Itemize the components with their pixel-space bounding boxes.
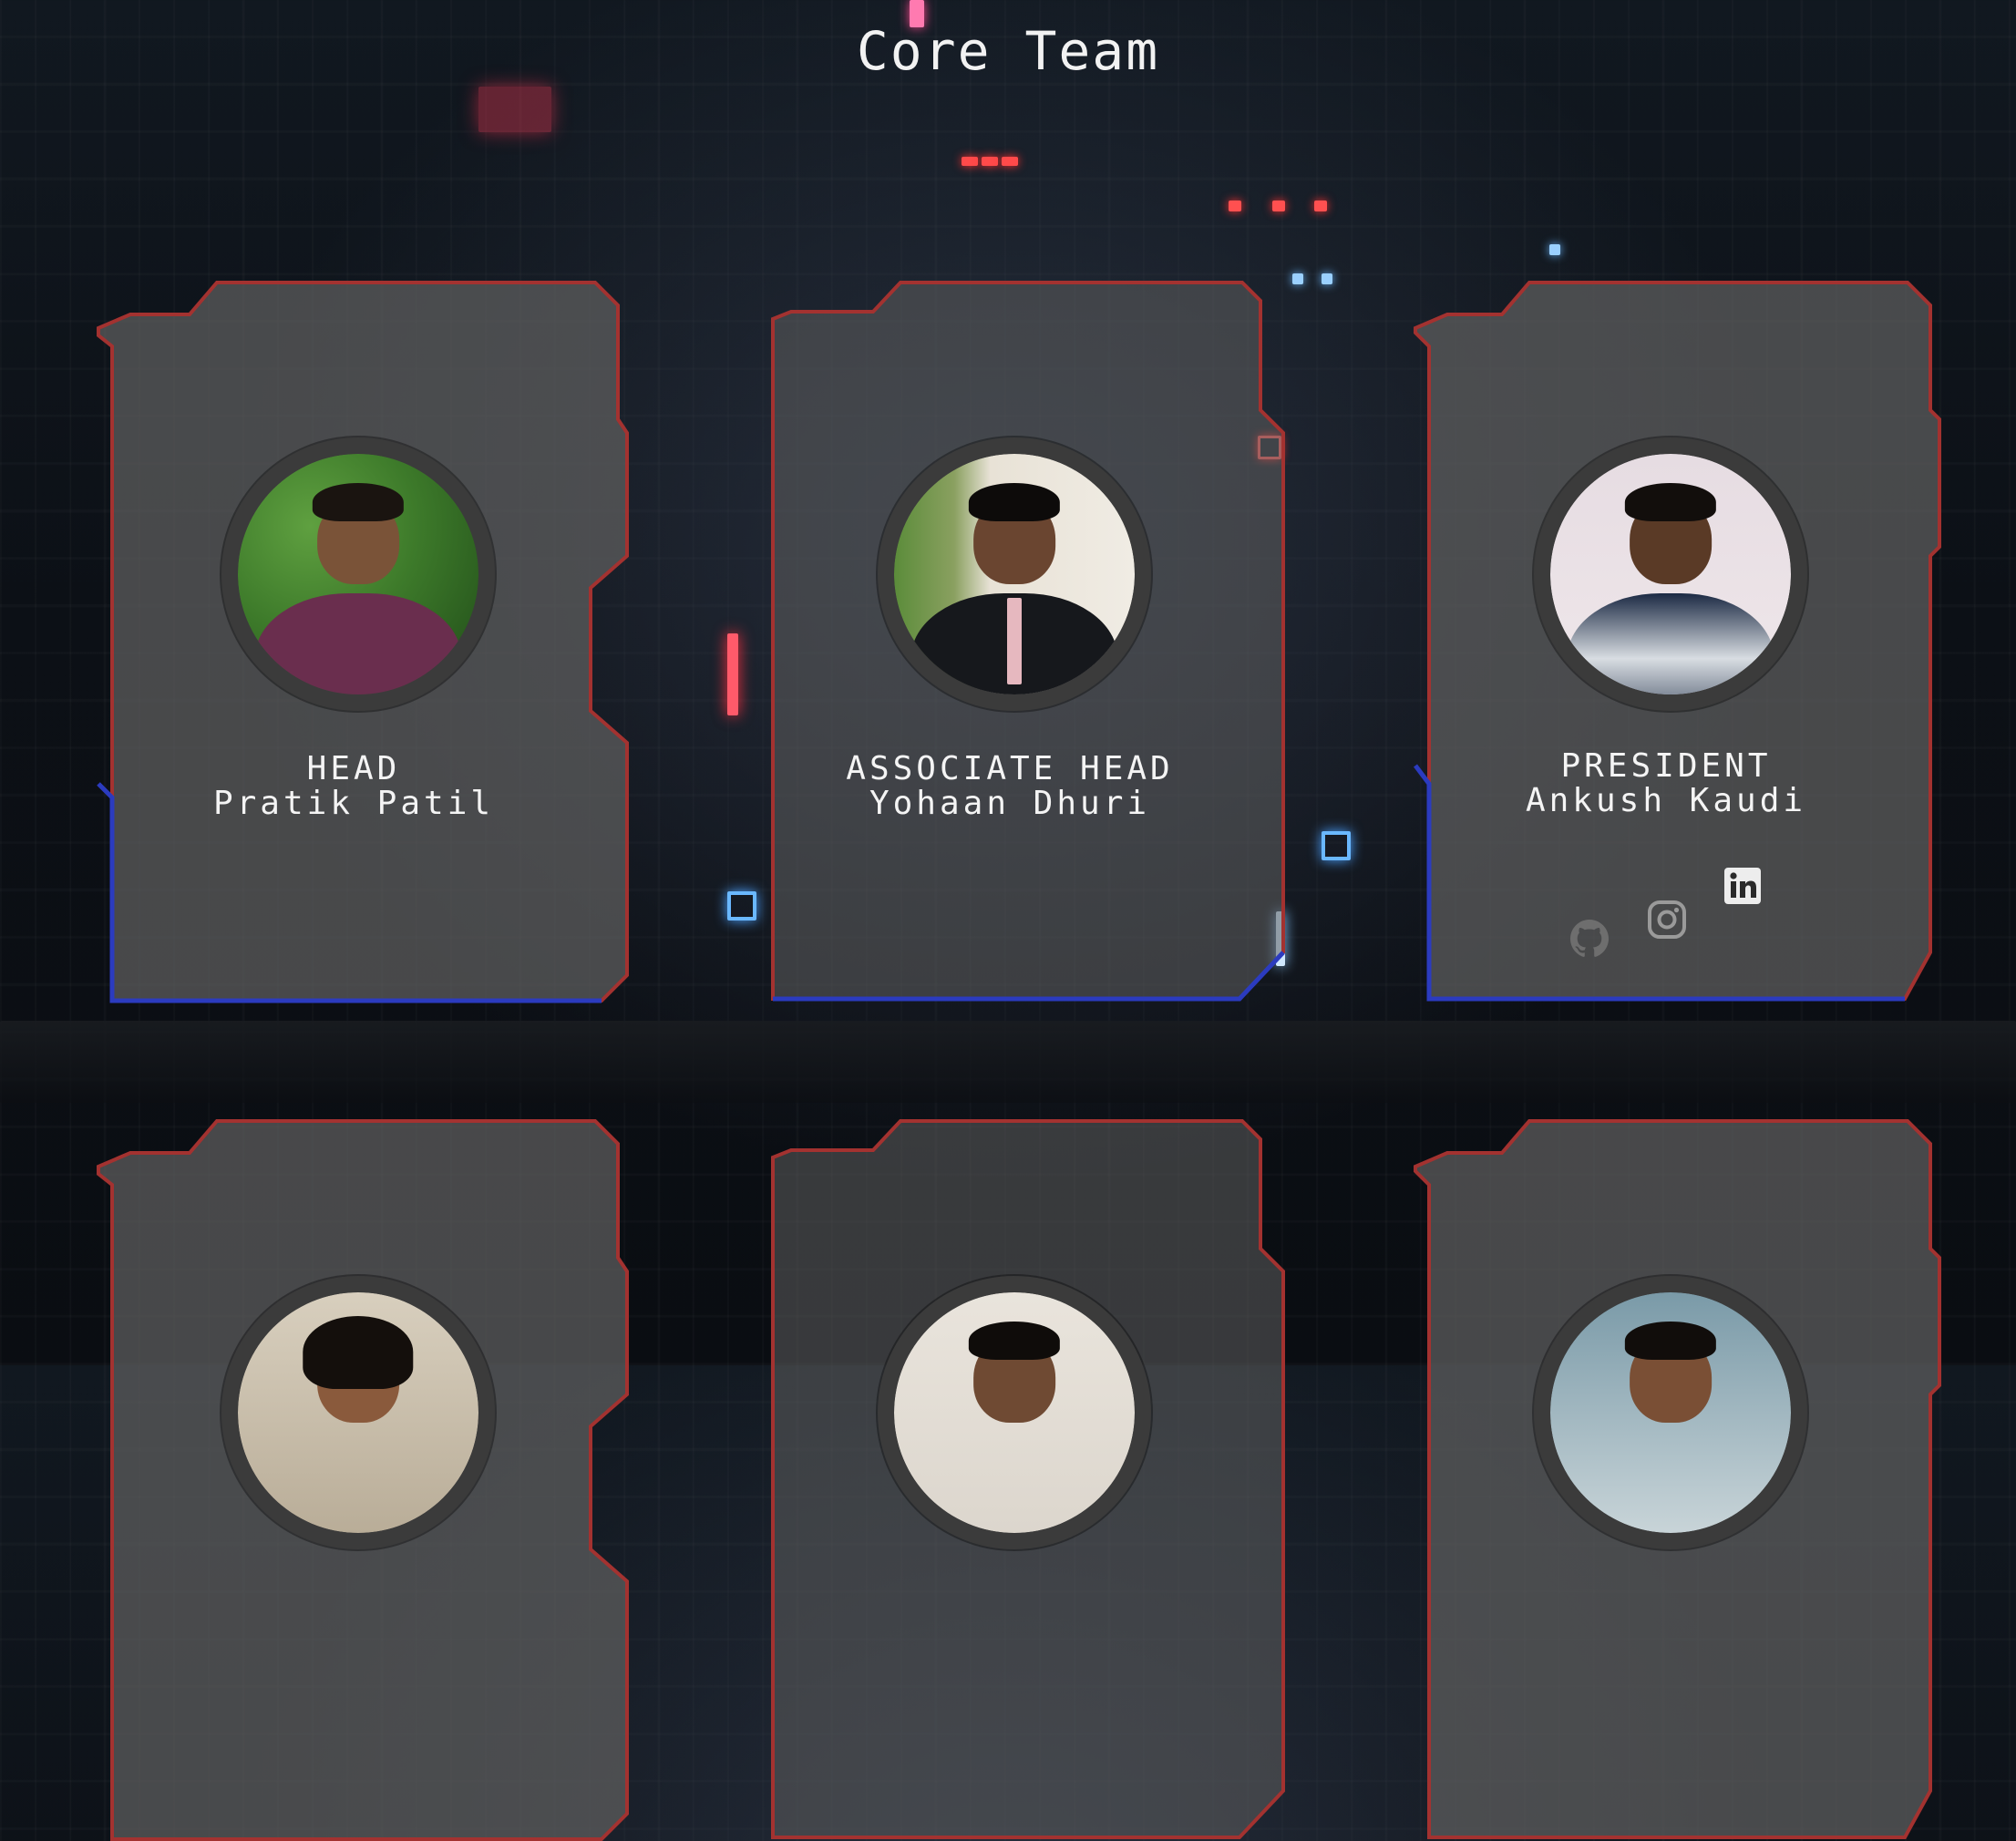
linkedin-icon[interactable] (1723, 866, 1763, 906)
member-name: Ankush Kaudi (1525, 782, 1807, 819)
member-role: ASSOCIATE HEAD (846, 750, 1174, 787)
member-role: PRESIDENT (1560, 747, 1772, 785)
avatar (878, 437, 1151, 711)
team-card (736, 1112, 1285, 1841)
avatar (1534, 437, 1807, 711)
team-card (80, 1112, 629, 1841)
avatar (1534, 1276, 1807, 1549)
instagram-icon[interactable] (1646, 899, 1688, 941)
team-card: HEAD Pratik Patil (80, 273, 629, 1003)
avatar (221, 1276, 495, 1549)
github-icon[interactable] (1568, 917, 1611, 961)
member-name: Pratik Patil (212, 785, 495, 822)
team-card: ASSOCIATE HEAD Yohaan Dhuri (736, 273, 1285, 1003)
team-card (1393, 1112, 1941, 1841)
avatar (221, 437, 495, 711)
avatar (878, 1276, 1151, 1549)
team-card: PRESIDENT Ankush Kaudi (1393, 273, 1941, 1003)
member-role: HEAD (306, 750, 401, 787)
page-title: Core Team (856, 20, 1160, 82)
member-name: Yohaan Dhuri (869, 785, 1151, 822)
